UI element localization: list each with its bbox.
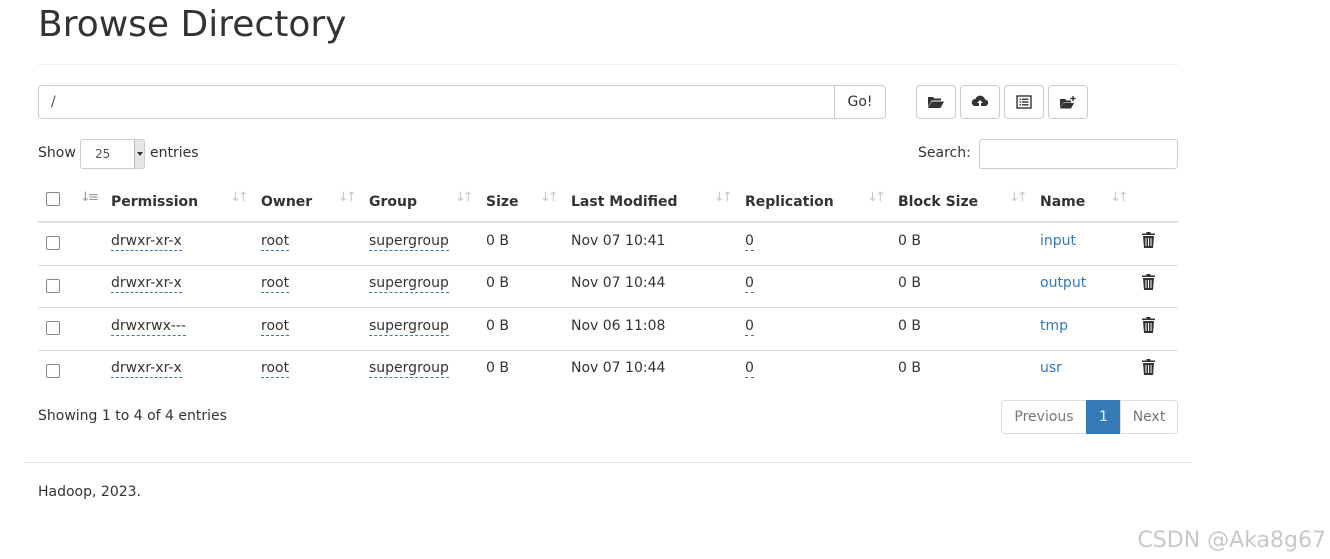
cloud-upload-icon: [971, 95, 989, 108]
column-last-modified[interactable]: Last Modified: [571, 194, 678, 210]
trash-icon[interactable]: [1142, 317, 1155, 333]
sort-both-icon: ↓↑: [338, 190, 357, 205]
trash-icon[interactable]: [1142, 359, 1155, 375]
owner-cell[interactable]: root: [261, 233, 290, 251]
path-input[interactable]: [38, 85, 835, 119]
group-cell[interactable]: supergroup: [369, 318, 449, 336]
column-block-size[interactable]: Block Size: [898, 194, 978, 210]
replication-cell[interactable]: 0: [745, 233, 754, 251]
permission-cell[interactable]: drwxr-xr-x: [111, 275, 182, 293]
size-cell: 0 B: [486, 318, 509, 334]
block-size-cell: 0 B: [898, 360, 921, 376]
row-divider: [38, 265, 1178, 266]
table-info: Showing 1 to 4 of 4 entries: [38, 408, 227, 424]
next-button[interactable]: Next: [1120, 400, 1178, 434]
go-button[interactable]: Go!: [834, 85, 886, 119]
owner-cell[interactable]: root: [261, 275, 290, 293]
name-link[interactable]: tmp: [1040, 318, 1068, 334]
search-input[interactable]: [979, 139, 1178, 169]
row-checkbox[interactable]: [46, 364, 60, 378]
modified-cell: Nov 07 10:44: [571, 360, 666, 376]
row-divider: [38, 350, 1178, 351]
group-cell[interactable]: supergroup: [369, 275, 449, 293]
row-checkbox[interactable]: [46, 321, 60, 335]
entries-select-value: 25: [95, 147, 111, 161]
permission-cell[interactable]: drwxrwx---: [111, 318, 187, 336]
watermark: CSDN @Aka8g67: [1137, 528, 1326, 553]
trash-icon[interactable]: [1142, 274, 1155, 290]
show-label: Show: [38, 145, 76, 161]
size-cell: 0 B: [486, 360, 509, 376]
divider: [38, 64, 1178, 65]
size-cell: 0 B: [486, 233, 509, 249]
sort-both-icon: ↓↑: [714, 190, 733, 205]
permission-cell[interactable]: drwxr-xr-x: [111, 233, 182, 251]
name-link[interactable]: usr: [1040, 360, 1062, 376]
sort-both-icon: ↓↑: [540, 190, 559, 205]
sort-both-icon: ↓↑: [1009, 190, 1028, 205]
permission-cell[interactable]: drwxr-xr-x: [111, 360, 182, 378]
group-cell[interactable]: supergroup: [369, 233, 449, 251]
column-size[interactable]: Size: [486, 194, 519, 210]
size-cell: 0 B: [486, 275, 509, 291]
row-checkbox[interactable]: [46, 236, 60, 250]
group-cell[interactable]: supergroup: [369, 360, 449, 378]
folder-open-icon: [928, 97, 944, 108]
page-title: Browse Directory: [38, 4, 347, 45]
sort-both-icon: ↓↑: [867, 190, 886, 205]
column-group[interactable]: Group: [369, 194, 417, 210]
search-label: Search:: [918, 145, 971, 161]
new-folder-button[interactable]: [1048, 85, 1088, 119]
column-owner[interactable]: Owner: [261, 194, 312, 210]
replication-cell[interactable]: 0: [745, 318, 754, 336]
footer-text: Hadoop, 2023.: [38, 484, 141, 500]
modified-cell: Nov 06 11:08: [571, 318, 666, 334]
owner-cell[interactable]: root: [261, 318, 290, 336]
browse-folder-button[interactable]: [916, 85, 956, 119]
folder-new-icon: [1060, 96, 1076, 109]
owner-cell[interactable]: root: [261, 360, 290, 378]
sort-amount-icon[interactable]: ↓≡: [80, 190, 99, 205]
column-name[interactable]: Name: [1040, 194, 1085, 210]
sort-both-icon: ↓↑: [455, 190, 474, 205]
table-header-border: [38, 221, 1178, 223]
block-size-cell: 0 B: [898, 275, 921, 291]
entries-select[interactable]: 25: [80, 139, 145, 169]
replication-cell[interactable]: 0: [745, 275, 754, 293]
page-1-button[interactable]: 1: [1086, 400, 1121, 434]
modified-cell: Nov 07 10:41: [571, 233, 666, 249]
column-permission[interactable]: Permission: [111, 194, 198, 210]
footer-divider: [24, 462, 1192, 463]
replication-cell[interactable]: 0: [745, 360, 754, 378]
sort-both-icon: ↓↑: [230, 190, 249, 205]
upload-button[interactable]: [960, 85, 1000, 119]
modified-cell: Nov 07 10:44: [571, 275, 666, 291]
list-button[interactable]: [1004, 85, 1044, 119]
column-replication[interactable]: Replication: [745, 194, 834, 210]
entries-label: entries: [150, 145, 199, 161]
caret-down-icon: [134, 140, 144, 168]
sort-both-icon: ↓↑: [1110, 190, 1129, 205]
row-checkbox[interactable]: [46, 279, 60, 293]
previous-button[interactable]: Previous: [1001, 400, 1087, 434]
trash-icon[interactable]: [1142, 232, 1155, 248]
select-all-checkbox[interactable]: [46, 192, 60, 206]
block-size-cell: 0 B: [898, 318, 921, 334]
name-link[interactable]: output: [1040, 275, 1086, 291]
row-divider: [38, 307, 1178, 308]
list-alt-icon: [1016, 95, 1032, 109]
block-size-cell: 0 B: [898, 233, 921, 249]
name-link[interactable]: input: [1040, 233, 1076, 249]
